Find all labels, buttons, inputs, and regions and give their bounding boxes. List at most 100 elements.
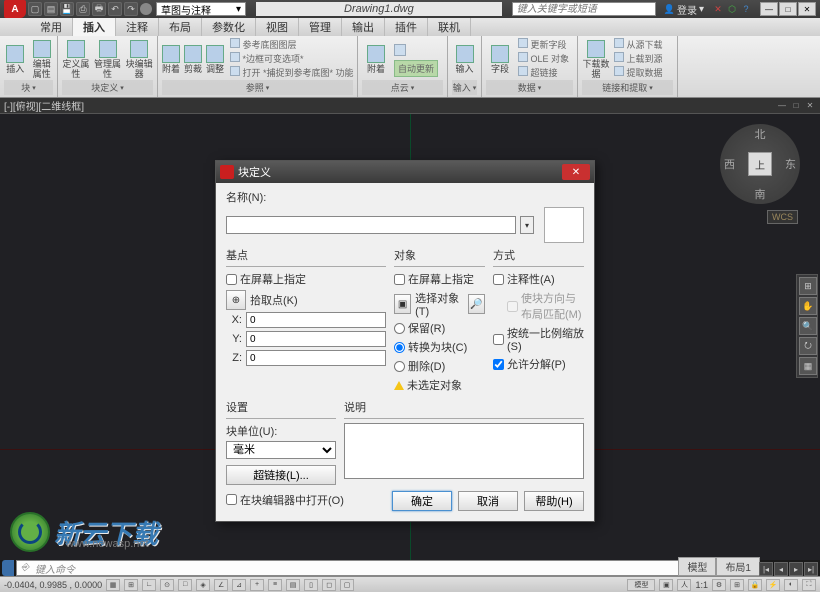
save-icon[interactable]: 💾 <box>60 2 74 16</box>
dir-south[interactable]: 南 <box>755 186 766 202</box>
orbit-icon[interactable]: ⭮ <box>799 337 817 355</box>
z-input[interactable] <box>246 350 386 366</box>
am-icon[interactable]: ▢ <box>340 579 354 591</box>
full-nav-icon[interactable]: ⊞ <box>799 277 817 295</box>
lwt-icon[interactable]: ≡ <box>268 579 282 591</box>
insert-block-button[interactable]: 插入 <box>4 38 27 80</box>
description-textarea[interactable] <box>344 423 584 479</box>
zoom-icon[interactable]: 🔍 <box>799 317 817 335</box>
redo-icon[interactable]: ↷ <box>124 2 138 16</box>
extract-button[interactable]: 提取数据 <box>614 66 663 79</box>
tab-insert[interactable]: 插入 <box>73 18 116 36</box>
download-button[interactable]: 下载数据 <box>582 38 610 80</box>
showmotion-icon[interactable]: ▦ <box>799 357 817 375</box>
ortho-icon[interactable]: ∟ <box>142 579 156 591</box>
search-input[interactable] <box>512 2 656 16</box>
otrack-icon[interactable]: ∠ <box>214 579 228 591</box>
close-icon[interactable]: ✕ <box>798 2 816 16</box>
dl-source-button[interactable]: 从源下载 <box>614 38 663 51</box>
layout-quick-icon[interactable]: ▣ <box>659 579 673 591</box>
tab-manage[interactable]: 管理 <box>299 18 342 36</box>
tab-next-icon[interactable]: ▸ <box>789 562 803 576</box>
undo-icon[interactable]: ↶ <box>108 2 122 16</box>
pointcloud-attach-button[interactable]: 附着 <box>362 38 390 80</box>
pan-icon[interactable]: ✋ <box>799 297 817 315</box>
open-icon[interactable]: ▤ <box>44 2 58 16</box>
update-field-button[interactable]: 更新字段 <box>518 38 569 51</box>
tab-home[interactable]: 常用 <box>30 18 73 36</box>
tab-annotate[interactable]: 注释 <box>116 18 159 36</box>
group-data[interactable]: 数据 <box>486 80 573 95</box>
block-name-input[interactable] <box>226 216 516 234</box>
lock-ui-icon[interactable]: 🔒 <box>748 579 762 591</box>
vp-close-icon[interactable]: ✕ <box>804 100 816 112</box>
dir-east[interactable]: 东 <box>785 156 796 172</box>
app-icon[interactable]: ⬡ <box>726 3 738 15</box>
name-dropdown-icon[interactable]: ▾ <box>520 216 534 234</box>
frame-opt-line[interactable]: *边框可变选项* <box>230 52 354 65</box>
model-button[interactable]: 模型 <box>627 579 655 591</box>
login-button[interactable]: 登录 ▾ <box>658 2 710 17</box>
pick-point-button[interactable]: ⊕ <box>226 290 246 310</box>
qp-icon[interactable]: ▯ <box>304 579 318 591</box>
clip-button[interactable]: 剪裁 <box>184 38 202 80</box>
new-icon[interactable]: ▢ <box>28 2 42 16</box>
select-objects-button[interactable]: ▣ <box>394 294 411 314</box>
hyperlink-button[interactable]: 超链接 <box>518 66 569 79</box>
tab-online[interactable]: 联机 <box>428 18 471 36</box>
delete-radio[interactable]: 删除(D) <box>394 358 485 374</box>
quick-select-button[interactable]: 🔎 <box>468 294 485 314</box>
grid-icon[interactable]: ▦ <box>106 579 120 591</box>
tab-view[interactable]: 视图 <box>256 18 299 36</box>
exchange-icon[interactable]: ✕ <box>712 3 724 15</box>
create-block-button[interactable]: 定义属性 <box>62 38 90 80</box>
define-attr-button[interactable]: 管理属性 <box>94 38 122 80</box>
attach-button[interactable]: 附着 <box>162 38 180 80</box>
maximize-icon[interactable]: □ <box>779 2 797 16</box>
pc-index-button[interactable] <box>394 42 416 58</box>
help-icon[interactable]: ? <box>740 3 752 15</box>
group-link[interactable]: 链接和提取 <box>582 80 673 95</box>
snap-opt-line[interactable]: 打开 *捕捉到参考底图* 功能 <box>230 66 354 79</box>
anno-vis-icon[interactable]: ⚙ <box>712 579 726 591</box>
tab-plugins[interactable]: 插件 <box>385 18 428 36</box>
group-block[interactable]: 块 <box>4 80 53 95</box>
tab-prev-icon[interactable]: ◂ <box>774 562 788 576</box>
cancel-button[interactable]: 取消 <box>458 491 518 511</box>
unit-select[interactable]: 毫米 <box>226 441 336 459</box>
group-import[interactable]: 输入 <box>452 80 477 95</box>
bp-onscreen-check[interactable]: 在屏幕上指定 <box>226 271 386 287</box>
group-blockdef[interactable]: 块定义 <box>62 80 153 95</box>
ws-switch-icon[interactable]: ⊞ <box>730 579 744 591</box>
osnap-icon[interactable]: □ <box>178 579 192 591</box>
tab-last-icon[interactable]: ▸| <box>804 562 818 576</box>
group-reference[interactable]: 参照 <box>162 80 353 95</box>
isolate-icon[interactable]: ◐ <box>784 579 798 591</box>
viewport-label[interactable]: [-][俯视][二维线框] <box>4 98 84 113</box>
obj-onscreen-check[interactable]: 在屏幕上指定 <box>394 271 485 287</box>
hw-accel-icon[interactable]: ⚡ <box>766 579 780 591</box>
cmdline-handle[interactable] <box>2 560 14 576</box>
block-editor-button[interactable]: 块编辑器 <box>125 38 153 80</box>
viewcube-face[interactable]: 上 <box>748 152 772 176</box>
ul-source-button[interactable]: 上载到源 <box>614 52 663 65</box>
minimize-icon[interactable]: — <box>760 2 778 16</box>
edit-attr-button[interactable]: 编辑属性 <box>31 38 54 80</box>
help-button[interactable]: 帮助(H) <box>524 491 584 511</box>
dialog-titlebar[interactable]: 块定义 ✕ <box>216 161 594 183</box>
autoupdate-button[interactable]: 自动更新 <box>394 60 438 77</box>
polar-icon[interactable]: ⊙ <box>160 579 174 591</box>
snap-icon[interactable]: ⊞ <box>124 579 138 591</box>
ok-button[interactable]: 确定 <box>392 491 452 511</box>
uniform-scale-check[interactable]: 按统一比例缩放(S) <box>493 325 584 353</box>
vp-min-icon[interactable]: — <box>776 100 788 112</box>
ole-button[interactable]: OLE 对象 <box>518 52 569 65</box>
convert-radio[interactable]: 转换为块(C) <box>394 339 485 355</box>
hyperlink-button[interactable]: 超链接(L)... <box>226 465 336 485</box>
tab-parametric[interactable]: 参数化 <box>202 18 256 36</box>
ducs-icon[interactable]: ⊿ <box>232 579 246 591</box>
open-editor-check[interactable]: 在块编辑器中打开(O) <box>226 492 344 508</box>
clean-screen-icon[interactable]: ⛶ <box>802 579 816 591</box>
command-line[interactable]: ⎆ 键入命令 <box>16 560 700 576</box>
import-button[interactable]: 输入 <box>452 38 477 80</box>
